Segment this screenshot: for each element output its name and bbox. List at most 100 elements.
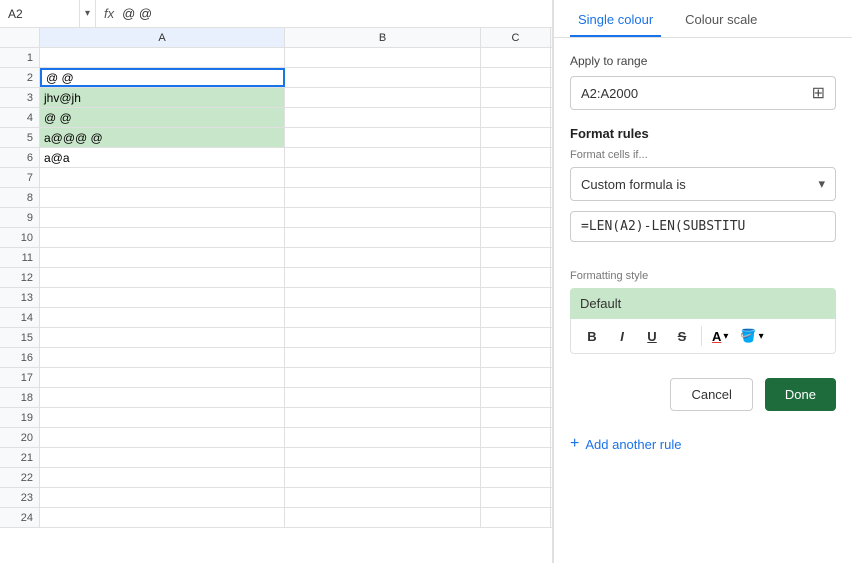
- cell-c[interactable]: [481, 328, 551, 347]
- range-input-row[interactable]: A2:A2000 ⊞: [570, 76, 836, 110]
- cell-b[interactable]: [285, 248, 481, 267]
- cell-c[interactable]: [481, 308, 551, 327]
- cell-a[interactable]: [40, 448, 285, 467]
- cell-c[interactable]: [481, 88, 551, 107]
- cell-b[interactable]: [285, 508, 481, 527]
- table-row[interactable]: 10: [0, 228, 552, 248]
- cell-a[interactable]: [40, 228, 285, 247]
- formula-input[interactable]: [570, 211, 836, 242]
- table-row[interactable]: 4@ @: [0, 108, 552, 128]
- table-row[interactable]: 19: [0, 408, 552, 428]
- cell-a[interactable]: @ @: [40, 68, 285, 87]
- cell-b[interactable]: [285, 308, 481, 327]
- cell-b[interactable]: [285, 148, 481, 167]
- cell-a[interactable]: [40, 368, 285, 387]
- cell-b[interactable]: [285, 188, 481, 207]
- cell-a[interactable]: [40, 208, 285, 227]
- cell-a[interactable]: jhv@jh: [40, 88, 285, 107]
- table-row[interactable]: 17: [0, 368, 552, 388]
- strikethrough-button[interactable]: S: [669, 323, 695, 349]
- cell-b[interactable]: [285, 368, 481, 387]
- cell-c[interactable]: [481, 268, 551, 287]
- table-row[interactable]: 11: [0, 248, 552, 268]
- cell-b[interactable]: [285, 208, 481, 227]
- cell-b[interactable]: [285, 108, 481, 127]
- table-row[interactable]: 1: [0, 48, 552, 68]
- cell-a[interactable]: a@@@ @: [40, 128, 285, 147]
- cell-c[interactable]: [481, 468, 551, 487]
- table-row[interactable]: 20: [0, 428, 552, 448]
- table-row[interactable]: 3jhv@jh: [0, 88, 552, 108]
- table-row[interactable]: 9: [0, 208, 552, 228]
- font-color-dropdown[interactable]: A ▾: [708, 327, 732, 346]
- cell-ref-box[interactable]: A2: [0, 0, 80, 28]
- cell-a[interactable]: [40, 288, 285, 307]
- cell-c[interactable]: [481, 408, 551, 427]
- cell-b[interactable]: [285, 448, 481, 467]
- cell-c[interactable]: [481, 208, 551, 227]
- tab-colour-scale[interactable]: Colour scale: [677, 0, 765, 37]
- table-row[interactable]: 5a@@@ @: [0, 128, 552, 148]
- cell-a[interactable]: [40, 488, 285, 507]
- table-row[interactable]: 7: [0, 168, 552, 188]
- cell-c[interactable]: [481, 128, 551, 147]
- bold-button[interactable]: B: [579, 323, 605, 349]
- underline-button[interactable]: U: [639, 323, 665, 349]
- cell-a[interactable]: [40, 508, 285, 527]
- table-row[interactable]: 18: [0, 388, 552, 408]
- cell-c[interactable]: [481, 488, 551, 507]
- table-row[interactable]: 13: [0, 288, 552, 308]
- cell-c[interactable]: [481, 428, 551, 447]
- italic-button[interactable]: I: [609, 323, 635, 349]
- cell-c[interactable]: [481, 108, 551, 127]
- cell-a[interactable]: [40, 168, 285, 187]
- cell-b[interactable]: [285, 48, 481, 67]
- table-row[interactable]: 2@ @: [0, 68, 552, 88]
- fill-color-dropdown[interactable]: 🪣 ▾: [736, 326, 767, 346]
- cell-c[interactable]: [481, 228, 551, 247]
- cell-c[interactable]: [481, 148, 551, 167]
- table-row[interactable]: 24: [0, 508, 552, 528]
- cell-a[interactable]: [40, 248, 285, 267]
- cell-a[interactable]: [40, 48, 285, 67]
- cell-c[interactable]: [481, 348, 551, 367]
- cell-a[interactable]: @ @: [40, 108, 285, 127]
- cell-ref-dropdown[interactable]: ▾: [80, 0, 96, 28]
- cell-a[interactable]: [40, 388, 285, 407]
- table-row[interactable]: 22: [0, 468, 552, 488]
- cell-a[interactable]: [40, 308, 285, 327]
- cell-c[interactable]: [481, 508, 551, 527]
- cell-a[interactable]: a@a: [40, 148, 285, 167]
- cell-c[interactable]: [481, 48, 551, 67]
- cell-a[interactable]: [40, 428, 285, 447]
- add-rule-row[interactable]: + Add another rule: [570, 431, 836, 457]
- cell-b[interactable]: [285, 228, 481, 247]
- table-row[interactable]: 23: [0, 488, 552, 508]
- grid-select-icon[interactable]: ⊞: [812, 83, 825, 103]
- cell-b[interactable]: [285, 488, 481, 507]
- cell-b[interactable]: [285, 288, 481, 307]
- cell-a[interactable]: [40, 328, 285, 347]
- cell-b[interactable]: [285, 468, 481, 487]
- cell-a[interactable]: [40, 188, 285, 207]
- table-row[interactable]: 16: [0, 348, 552, 368]
- cell-c[interactable]: [481, 188, 551, 207]
- format-condition-dropdown[interactable]: Custom formula is ▾: [570, 167, 836, 201]
- cancel-button[interactable]: Cancel: [670, 378, 752, 411]
- cell-c[interactable]: [481, 448, 551, 467]
- table-row[interactable]: 21: [0, 448, 552, 468]
- table-row[interactable]: 12: [0, 268, 552, 288]
- cell-a[interactable]: [40, 408, 285, 427]
- table-row[interactable]: 14: [0, 308, 552, 328]
- cell-b[interactable]: [285, 348, 481, 367]
- cell-c[interactable]: [481, 368, 551, 387]
- cell-a[interactable]: [40, 268, 285, 287]
- cell-b[interactable]: [285, 388, 481, 407]
- table-row[interactable]: 15: [0, 328, 552, 348]
- cell-b[interactable]: [285, 428, 481, 447]
- done-button[interactable]: Done: [765, 378, 836, 411]
- cell-a[interactable]: [40, 468, 285, 487]
- cell-c[interactable]: [481, 248, 551, 267]
- cell-b[interactable]: [285, 328, 481, 347]
- cell-b[interactable]: [285, 408, 481, 427]
